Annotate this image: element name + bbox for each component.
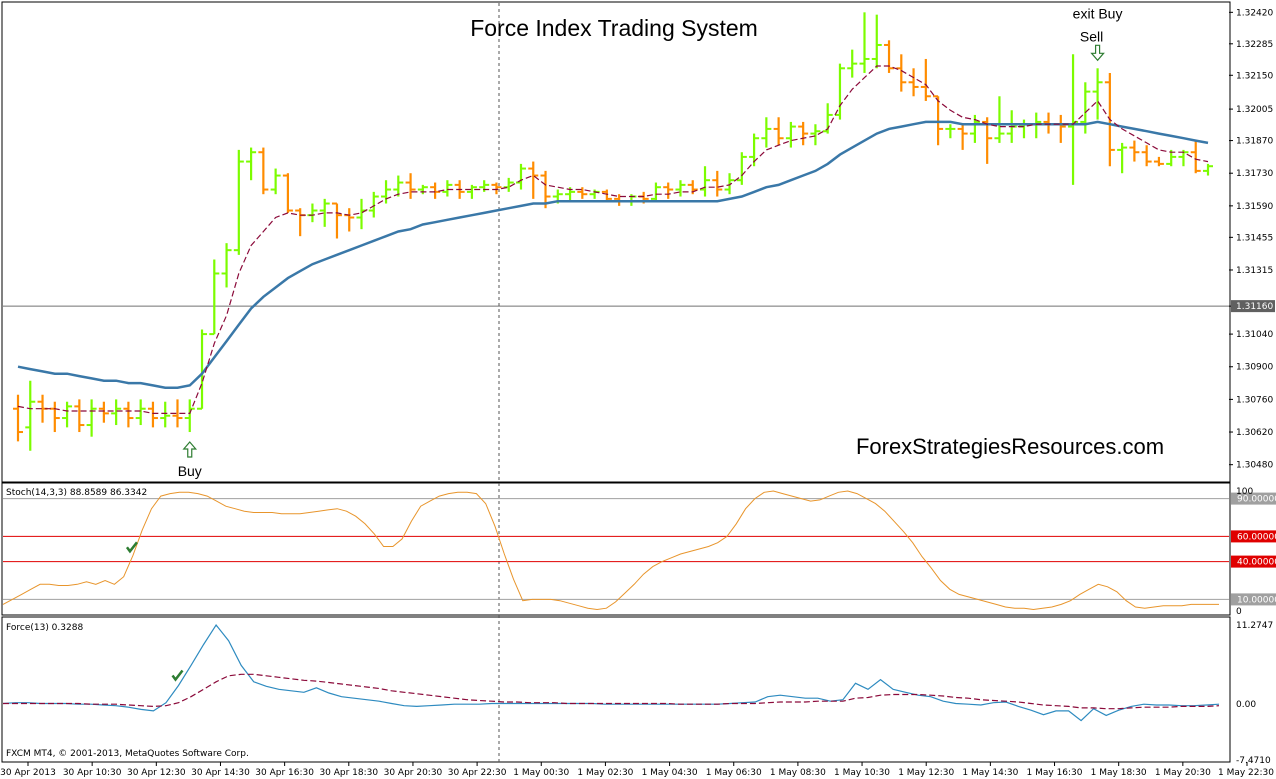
time-tick-label: 1 May 10:30 <box>834 768 890 778</box>
price-tick-label: 1.30620 <box>1236 428 1273 438</box>
signal-label: Sell <box>1080 28 1103 44</box>
price-tick-label: 1.32005 <box>1236 105 1273 115</box>
time-tick-label: 30 Apr 22:30 <box>448 768 507 778</box>
chart-title: Force Index Trading System <box>470 15 758 41</box>
time-tick-label: 1 May 00:30 <box>513 768 569 778</box>
time-tick-label: 30 Apr 14:30 <box>191 768 250 778</box>
time-tick-label: 30 Apr 2013 <box>0 768 56 778</box>
stoch-level-label: 40.00000 <box>1237 558 1276 568</box>
stoch-panel-frame <box>1 482 1231 616</box>
copyright-footer: FXCM MT4, © 2001-2013, MetaQuotes Softwa… <box>6 749 249 759</box>
force-label: Force(13) 0.3288 <box>6 623 83 633</box>
time-tick-label: 1 May 16:30 <box>1027 768 1083 778</box>
check-mark-icon <box>171 669 184 682</box>
price-tick-label: 1.32150 <box>1236 71 1273 81</box>
time-tick-label: 30 Apr 18:30 <box>319 768 378 778</box>
force-axis: 11.2747 0.00 -7.4710 <box>1236 621 1273 766</box>
stoch-level-label: 10.00000 <box>1237 595 1276 605</box>
fast-ema-line <box>17 65 1209 414</box>
main-price-axis: 1.32420 1.32285 1.32150 1.32005 1.31870 1.317… <box>1229 8 1273 471</box>
time-tick-label: 1 May 18:30 <box>1091 768 1147 778</box>
stoch-axis-min: 0 <box>1236 607 1242 617</box>
stoch-level-label: 60.00000 <box>1237 532 1276 542</box>
price-tick-label: 1.30760 <box>1236 395 1273 405</box>
price-tick-label: 1.32420 <box>1236 8 1273 18</box>
stoch-levels: 90.0000060.0000040.0000010.00000 <box>3 492 1276 606</box>
main-panel-frame <box>1 1 1231 483</box>
price-tick-label: 1.31455 <box>1236 233 1273 243</box>
price-tick-label: 1.31730 <box>1236 169 1273 179</box>
time-tick-label: 1 May 06:30 <box>706 768 762 778</box>
force-axis-label: 11.2747 <box>1236 621 1273 631</box>
signal-arrows: Buy exit Buy Sell <box>178 5 1123 479</box>
stoch-axis-max: 100 <box>1236 487 1253 497</box>
price-tick-label: 1.31870 <box>1236 137 1273 147</box>
force-axis-label: -7.4710 <box>1236 756 1271 766</box>
stoch-line <box>2 490 1219 611</box>
time-tick-label: 30 Apr 10:30 <box>63 768 122 778</box>
price-tick-label: 1.31040 <box>1236 330 1273 340</box>
time-tick-label: 30 Apr 16:30 <box>255 768 314 778</box>
force-axis-label: 0.00 <box>1236 700 1256 710</box>
buy-arrow-icon <box>182 441 198 458</box>
time-tick-label: 1 May 02:30 <box>577 768 633 778</box>
ohlc-bars <box>13 12 1213 451</box>
time-tick-label: 1 May 22:30 <box>1218 768 1274 778</box>
current-price-line: 1.31160 <box>3 300 1275 313</box>
signal-label: Buy <box>178 463 202 479</box>
time-tick-label: 1 May 08:30 <box>770 768 826 778</box>
force-series-line <box>2 623 1220 722</box>
force-series-line <box>3 673 1220 710</box>
time-tick-label: 30 Apr 20:30 <box>384 768 443 778</box>
time-tick-label: 1 May 20:30 <box>1155 768 1211 778</box>
price-tick-label: 1.30480 <box>1236 461 1273 471</box>
price-tick-label: 1.30900 <box>1236 363 1273 373</box>
slow-moving-average-line <box>17 120 1209 389</box>
time-tick-label: 1 May 12:30 <box>898 768 954 778</box>
force-panel-frame <box>1 616 1231 763</box>
time-tick-label: 30 Apr 12:30 <box>127 768 186 778</box>
force-check-icon <box>171 669 184 682</box>
site-watermark: ForexStrategiesResources.com <box>856 434 1164 459</box>
current-price-label: 1.31160 <box>1236 302 1273 312</box>
signal-label: exit Buy <box>1073 5 1123 21</box>
trading-chart: 1.32420 1.32285 1.32150 1.32005 1.31870 1.317… <box>0 1 1276 778</box>
sell-arrow-icon <box>1090 44 1105 62</box>
force-index-lines <box>2 623 1220 722</box>
price-tick-label: 1.31315 <box>1236 266 1273 276</box>
price-tick-label: 1.31590 <box>1236 202 1273 212</box>
time-tick-label: 1 May 14:30 <box>962 768 1018 778</box>
price-tick-label: 1.32285 <box>1236 40 1273 50</box>
time-tick-label: 1 May 04:30 <box>642 768 698 778</box>
time-axis: 30 Apr 2013 30 Apr 10:30 30 Apr 12:30 30 Ap… <box>0 762 1274 778</box>
stoch-label: Stoch(14,3,3) 88.8589 86.3342 <box>6 488 147 498</box>
